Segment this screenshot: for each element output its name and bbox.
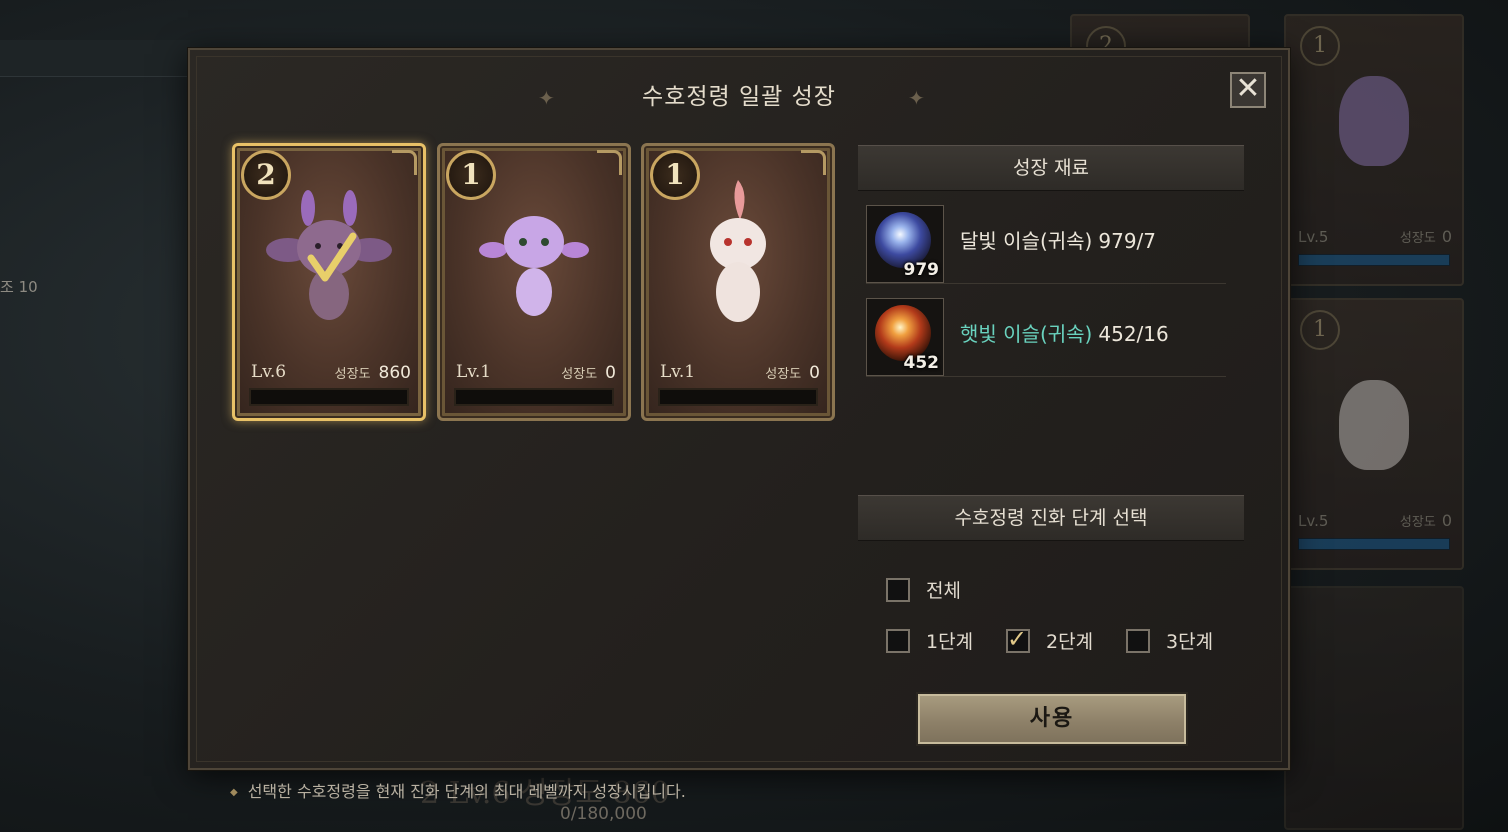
card-stats: Lv.6 성장도 860 xyxy=(247,362,411,386)
growth-progress-bar xyxy=(658,388,818,406)
card-stats: Lv.1 성장도 0 xyxy=(656,362,820,386)
white-feather-spirit-icon xyxy=(710,180,766,322)
card-level: Lv.1 xyxy=(660,362,696,382)
material-row: 452 햇빛 이슬(귀속) 452/16 xyxy=(866,286,1226,377)
card-growth: 성장도 860 xyxy=(334,363,411,383)
background-card-number: 1 xyxy=(1300,310,1340,350)
stage-1-checkbox[interactable] xyxy=(886,629,910,653)
background-card-bar xyxy=(1298,538,1450,550)
card-level: Lv.6 xyxy=(251,362,287,382)
all-checkbox[interactable] xyxy=(886,578,910,602)
material-quantity: 452 xyxy=(903,353,940,373)
material-slot[interactable]: 452 xyxy=(866,298,944,376)
card-level: Lv.1 xyxy=(456,362,492,382)
spirit-card[interactable]: 1 Lv.1 성장도 0 xyxy=(641,143,835,421)
background-card: 1 Lv.5 성장도 0 xyxy=(1284,298,1464,570)
close-icon: ✕ xyxy=(1235,71,1261,106)
stage-2-checkbox[interactable] xyxy=(1006,625,1030,653)
option-stage-3[interactable]: 3단계 xyxy=(1126,629,1236,655)
diamond-bullet-icon: ◆ xyxy=(230,787,238,798)
background-card: 1 Lv.5 성장도 0 xyxy=(1284,14,1464,286)
materials-header: 성장 재료 xyxy=(858,145,1244,191)
bulk-growth-modal: ✦ 수호정령 일괄 성장 ✦ ✕ 2 Lv.6 성장도 860 1 Lv.1 성… xyxy=(188,48,1290,770)
material-slot[interactable]: 979 xyxy=(866,205,944,283)
growth-progress-bar xyxy=(249,388,409,406)
tooltip-hint: ◆ 선택한 수호정령을 현재 진화 단계의 최대 레벨까지 성장시킵니다. xyxy=(230,782,686,801)
lavender-spirit-icon xyxy=(479,216,589,316)
card-stage-badge: 1 xyxy=(650,150,700,200)
stage-3-checkbox[interactable] xyxy=(1126,629,1150,653)
card-corner-ornament xyxy=(392,150,417,175)
modal-title: 수호정령 일괄 성장 xyxy=(642,84,836,110)
material-quantity: 979 xyxy=(903,260,940,280)
card-corner-ornament xyxy=(597,150,622,175)
background-side-label: 조 10 xyxy=(0,278,38,296)
material-name: 달빛 이슬(귀속) 979/7 xyxy=(960,229,1157,253)
all-label: 전체 xyxy=(926,580,961,602)
option-all[interactable]: 전체 xyxy=(886,578,1086,604)
option-stage-2[interactable]: 2단계 xyxy=(1006,625,1116,655)
background-card-growth: 성장도 0 xyxy=(1399,227,1452,246)
lavender-spirit-icon xyxy=(1339,76,1409,166)
card-growth: 성장도 0 xyxy=(561,363,616,383)
material-row: 979 달빛 이슬(귀속) 979/7 xyxy=(866,193,1226,284)
background-card-empty xyxy=(1284,586,1464,830)
material-name: 햇빛 이슬(귀속) 452/16 xyxy=(960,322,1169,346)
card-growth: 성장도 0 xyxy=(765,363,820,383)
spirit-card[interactable]: 1 Lv.1 성장도 0 xyxy=(437,143,631,421)
background-tab-bar xyxy=(0,40,190,77)
background-card-level: Lv.5 xyxy=(1298,228,1329,246)
option-stage-1[interactable]: 1단계 xyxy=(886,629,996,655)
stage-3-label: 3단계 xyxy=(1166,631,1214,653)
evolution-stage-header: 수호정령 진화 단계 선택 xyxy=(858,495,1244,541)
spirit-card[interactable]: 2 Lv.6 성장도 860 xyxy=(232,143,426,421)
growth-progress-bar xyxy=(454,388,614,406)
close-button[interactable]: ✕ xyxy=(1230,72,1266,108)
use-button[interactable]: 사용 xyxy=(916,692,1188,746)
stage-2-label: 2단계 xyxy=(1046,631,1094,653)
card-stats: Lv.1 성장도 0 xyxy=(452,362,616,386)
background-card-number: 1 xyxy=(1300,26,1340,66)
background-card-growth: 성장도 0 xyxy=(1399,511,1452,530)
selected-check-icon xyxy=(307,232,357,282)
stage-1-label: 1단계 xyxy=(926,631,974,653)
card-corner-ornament xyxy=(801,150,826,175)
background-card-level: Lv.5 xyxy=(1298,512,1329,530)
white-feather-spirit-icon xyxy=(1339,380,1409,470)
background-progress-text: 0/180,000 xyxy=(560,804,647,824)
sparkle-ornament-icon: ✦ xyxy=(908,86,925,110)
card-stage-badge: 1 xyxy=(446,150,496,200)
background-card-bar xyxy=(1298,254,1450,266)
